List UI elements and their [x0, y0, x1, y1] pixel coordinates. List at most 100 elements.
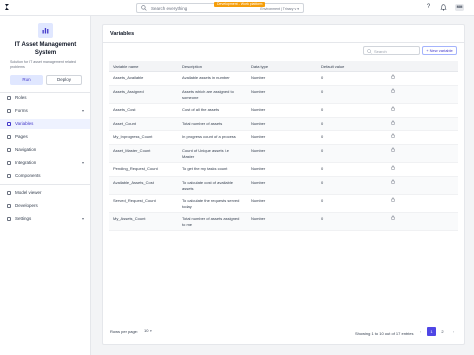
bell-icon[interactable]: [440, 4, 447, 11]
description-cell: Total number of assets: [182, 121, 223, 126]
lock-icon[interactable]: [391, 215, 395, 220]
app-logo-icon[interactable]: [3, 3, 11, 11]
deploy-button[interactable]: Deploy: [46, 75, 82, 85]
search-icon: [367, 48, 372, 54]
column-header-default-value[interactable]: Default value: [321, 64, 344, 69]
lock-icon[interactable]: [391, 147, 395, 152]
data-type-cell: Number: [251, 75, 266, 80]
description-cell: today: [182, 203, 192, 209]
description-cell: Available assets in number: [182, 75, 230, 80]
table-row[interactable]: Assets_Cost Cost of all the assets Number 0: [109, 104, 458, 118]
data-type-cell: Number: [251, 134, 266, 139]
description-cell: Assets which are assigned to: [182, 89, 234, 94]
sidebar-item-integration[interactable]: Integration ▾: [0, 158, 90, 168]
variable-name-cell: Assets_Cost: [113, 107, 136, 112]
sidebar-item-variables[interactable]: Variables: [0, 119, 90, 129]
table-row[interactable]: Asset_Master_Count Count of Unique assets…: [109, 145, 458, 163]
table-row[interactable]: Assets_Assigned Assets which are assigned…: [109, 86, 458, 104]
lock-icon[interactable]: [391, 120, 395, 125]
pagination: ‹ 1 2 ›: [416, 327, 458, 336]
default-value-cell: 0: [321, 134, 324, 139]
sidebar-item-components[interactable]: Components: [0, 171, 90, 181]
table-row[interactable]: Asset_Count Total number of assets Number 0: [109, 118, 458, 131]
table-header: Variable name Description Data type Defa…: [109, 61, 458, 72]
data-type-cell: Number: [251, 166, 266, 171]
settings-icon: [7, 217, 11, 221]
default-value-cell: 0: [321, 121, 324, 126]
next-page-button[interactable]: ›: [449, 327, 458, 336]
default-value-cell: 0: [321, 75, 324, 80]
environment-badge: Development - Work platform: [214, 2, 266, 7]
lock-icon[interactable]: [391, 106, 395, 111]
sidebar-item-roles[interactable]: Roles: [0, 93, 90, 103]
table-row[interactable]: My_Assets_Count Total number of assets as…: [109, 213, 458, 231]
new-variable-button[interactable]: + New variable: [422, 46, 457, 55]
column-header-data-type[interactable]: Data type: [251, 64, 268, 69]
variable-name-cell: Pending_Request_Count: [113, 166, 158, 171]
table-row[interactable]: Pending_Request_Count To get the my tasks…: [109, 163, 458, 177]
description-cell: to me: [182, 221, 193, 227]
variable-name-cell: Served_Request_Count: [113, 198, 156, 203]
sidebar-item-settings[interactable]: Settings ▾: [0, 214, 90, 224]
sidebar-divider: [0, 184, 91, 185]
table-row[interactable]: Available_Assets_Cost To calculate cost o…: [109, 177, 458, 195]
lock-icon[interactable]: [391, 74, 395, 79]
page-title: Variables: [110, 31, 135, 37]
run-button[interactable]: Run: [10, 75, 43, 85]
help-icon[interactable]: ?: [425, 4, 432, 11]
lock-icon[interactable]: [391, 197, 395, 202]
sidebar-item-model-viewer[interactable]: Model viewer: [0, 188, 90, 198]
data-type-cell: Number: [251, 107, 266, 112]
rows-per-page-select[interactable]: 10 ▾: [142, 327, 154, 335]
default-value-cell: 0: [321, 107, 324, 112]
table-row[interactable]: Served_Request_Count To calculate the req…: [109, 195, 458, 213]
default-value-cell: 0: [321, 148, 324, 153]
data-type-cell: Number: [251, 216, 266, 221]
sidebar-item-navigation[interactable]: Navigation: [0, 145, 90, 155]
column-header-variable-name[interactable]: Variable name: [113, 64, 139, 69]
column-header-description[interactable]: Description: [182, 64, 202, 69]
global-search-input[interactable]: Search everything Development - Work pla…: [136, 2, 304, 13]
sidebar: IT Asset Management System Solution for …: [0, 16, 91, 355]
chevron-down-icon: ▾: [81, 108, 84, 113]
roles-icon: [7, 96, 11, 100]
card-divider: [103, 42, 464, 43]
rows-per-page-label: Rows per page:: [110, 329, 139, 334]
chevron-down-icon: ▾: [81, 160, 84, 165]
sidebar-item-pages[interactable]: Pages: [0, 132, 90, 142]
page-button-1[interactable]: 1: [427, 327, 436, 336]
integration-icon: [7, 161, 11, 165]
lock-icon[interactable]: [391, 165, 395, 170]
model-viewer-icon: [7, 191, 11, 195]
table-search-input[interactable]: Search: [363, 46, 420, 55]
top-bar: Search everything Development - Work pla…: [0, 0, 474, 16]
data-type-cell: Number: [251, 180, 266, 185]
description-cell: Count of Unique assets i.e: [182, 148, 229, 153]
user-avatar[interactable]: MM: [455, 4, 464, 11]
description-cell: In progress count of a process: [182, 134, 236, 139]
variable-name-cell: Assets_Assigned: [113, 89, 144, 94]
lock-icon[interactable]: [391, 179, 395, 184]
table-row[interactable]: My_Inprogress_Count In progress count of …: [109, 131, 458, 145]
default-value-cell: 0: [321, 89, 324, 94]
sidebar-item-developers[interactable]: Developers: [0, 201, 90, 211]
prev-page-button[interactable]: ‹: [416, 327, 425, 336]
description-cell: assets: [182, 185, 194, 191]
page-button-2[interactable]: 2: [438, 327, 447, 336]
default-value-cell: 0: [321, 216, 324, 221]
lock-icon[interactable]: [391, 133, 395, 138]
variables-card: Variables Search + New variable Variable…: [102, 24, 465, 345]
description-cell: To calculate the requests served: [182, 198, 240, 203]
app-title: IT Asset Management System: [14, 42, 77, 56]
environment-selector[interactable]: Environment | Trinary v ▾: [260, 7, 299, 11]
sidebar-item-forms[interactable]: Forms ▾: [0, 106, 90, 116]
app-chart-icon: [38, 23, 53, 38]
description-cell: To calculate cost of available: [182, 180, 233, 185]
variable-name-cell: Asset_Master_Count: [113, 148, 151, 153]
default-value-cell: 0: [321, 180, 324, 185]
table-row[interactable]: Assets_Available Available assets in numb…: [109, 72, 458, 86]
pages-icon: [7, 135, 11, 139]
chevron-down-icon: ▾: [150, 329, 152, 333]
lock-icon[interactable]: [391, 88, 395, 93]
rows-per-page-value: 10: [144, 328, 149, 333]
